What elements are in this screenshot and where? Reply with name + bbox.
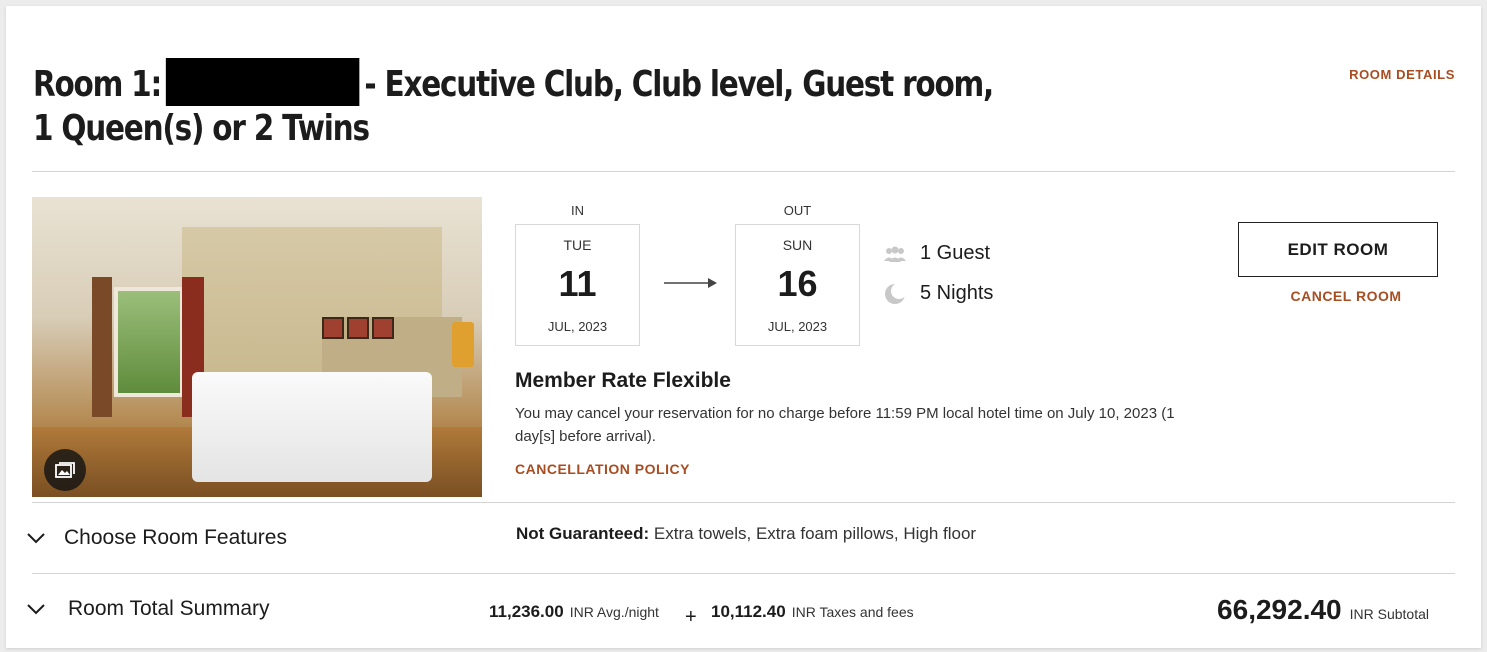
check-out-date: SUN 16 JUL, 2023 xyxy=(735,224,860,346)
rate-title: Member Rate Flexible xyxy=(515,369,731,392)
cancellation-policy-link[interactable]: CANCELLATION POLICY xyxy=(515,461,690,477)
chevron-down-icon xyxy=(27,533,45,544)
room-title-prefix: Room 1: xyxy=(33,64,162,105)
taxes-unit: INR Taxes and fees xyxy=(791,604,914,620)
room-features: Not Guaranteed: Extra towels, Extra foam… xyxy=(516,524,976,544)
subtotal: 66,292.40 INR Subtotal xyxy=(1217,594,1429,626)
taxes-fees: 10,112.40 INR Taxes and fees xyxy=(711,602,914,622)
check-out-month-year: JUL, 2023 xyxy=(767,319,828,334)
photo-bed xyxy=(192,372,432,482)
moon-icon xyxy=(884,282,906,305)
avg-night-price: 11,236.00 INR Avg./night xyxy=(489,602,659,622)
check-out-label: OUT xyxy=(783,203,812,218)
divider xyxy=(32,171,1455,172)
photo-art xyxy=(347,317,369,339)
check-in-date: TUE 11 JUL, 2023 xyxy=(515,224,640,346)
guests-icon xyxy=(884,243,906,265)
guests-info: 1 Guest xyxy=(884,242,990,265)
check-out-day: 16 xyxy=(777,263,818,304)
gallery-icon[interactable] xyxy=(44,449,86,491)
avg-night-unit: INR Avg./night xyxy=(569,604,659,620)
taxes-amount: 10,112.40 xyxy=(711,602,786,621)
nights-info: 5 Nights xyxy=(884,282,993,305)
room-total-summary-label: Room Total Summary xyxy=(68,597,270,620)
subtotal-unit: INR Subtotal xyxy=(1349,606,1429,622)
not-guaranteed-label: Not Guaranteed: xyxy=(516,524,650,543)
subtotal-amount: 66,292.40 xyxy=(1217,594,1342,625)
plus-sign: + xyxy=(685,606,697,628)
photo-art xyxy=(372,317,394,339)
check-in-month-year: JUL, 2023 xyxy=(547,319,608,334)
redacted-block xyxy=(165,58,360,106)
divider xyxy=(32,502,1455,503)
check-in-dow: TUE xyxy=(563,237,592,253)
photo-window xyxy=(114,287,184,397)
choose-room-features-toggle[interactable]: Choose Room Features xyxy=(26,526,287,550)
room-total-summary-toggle[interactable]: Room Total Summary xyxy=(26,597,270,621)
nights-count: 5 Nights xyxy=(920,282,994,304)
room-card: Room 1: - Executive Club, Club level, Gue… xyxy=(6,6,1481,648)
cancel-room-link[interactable]: CANCEL ROOM xyxy=(1238,288,1454,304)
choose-room-features-label: Choose Room Features xyxy=(64,526,287,549)
check-in-day: 11 xyxy=(558,263,597,304)
guests-count: 1 Guest xyxy=(920,242,991,264)
photo-art xyxy=(322,317,344,339)
check-out-dow: SUN xyxy=(782,237,813,253)
photo-curtain xyxy=(92,277,112,417)
room-photo[interactable] xyxy=(32,197,482,497)
rate-description: You may cancel your reservation for no c… xyxy=(515,405,1175,445)
chevron-down-icon xyxy=(27,604,45,615)
room-title: Room 1: - Executive Club, Club level, Gue… xyxy=(33,58,1017,151)
room-details-link[interactable]: ROOM DETAILS xyxy=(1349,67,1455,82)
photo-lamp xyxy=(452,322,474,367)
edit-room-button[interactable]: EDIT ROOM xyxy=(1238,222,1438,277)
avg-night-amount: 11,236.00 xyxy=(489,602,564,621)
divider xyxy=(32,573,1455,574)
check-in-label: IN xyxy=(571,203,584,218)
not-guaranteed-items: Extra towels, Extra foam pillows, High f… xyxy=(653,524,977,543)
arrow-right-icon xyxy=(664,278,717,288)
